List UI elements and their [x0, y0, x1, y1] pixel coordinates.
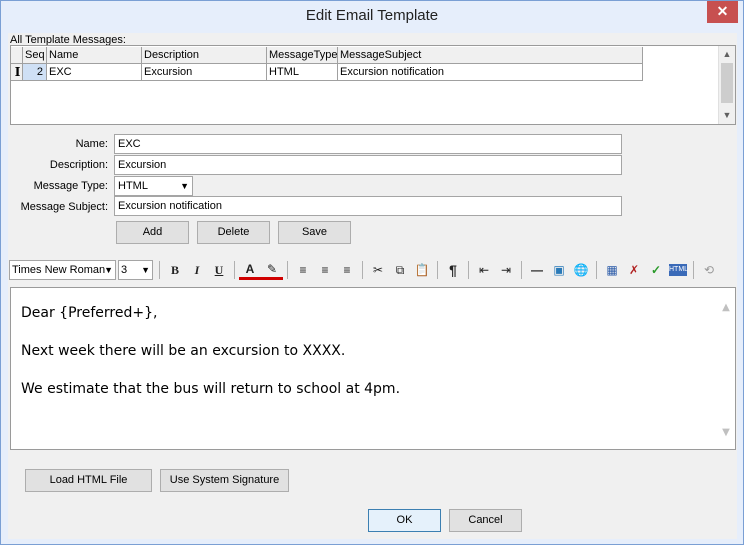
message-subject-label: Message Subject:	[20, 201, 108, 213]
highlight-icon[interactable]: ✎	[261, 260, 283, 280]
chevron-down-icon[interactable]: ▼	[719, 107, 735, 123]
undo-icon[interactable]: ⟲	[698, 259, 720, 281]
chevron-up-icon[interactable]: ▲	[718, 302, 734, 313]
align-left-icon[interactable]: ≡	[292, 259, 314, 281]
html-source-icon[interactable]: HTML	[669, 264, 688, 276]
italic-icon[interactable]: I	[186, 259, 208, 281]
insert-link-icon[interactable]: 🌐	[570, 259, 592, 281]
column-header-seq[interactable]: Seq	[23, 47, 47, 64]
grid-scrollbar[interactable]: ▲ ▼	[718, 46, 735, 124]
remove-format-icon[interactable]: ✗	[623, 259, 645, 281]
title-bar: Edit Email Template ✕	[1, 1, 743, 33]
insert-image-icon[interactable]: ▣	[548, 259, 570, 281]
save-button[interactable]: Save	[278, 221, 351, 244]
toolbar-separator	[362, 261, 363, 279]
delete-button[interactable]: Delete	[197, 221, 270, 244]
add-button[interactable]: Add	[116, 221, 189, 244]
toolbar-separator	[159, 261, 160, 279]
column-header-name[interactable]: Name	[47, 47, 142, 64]
toolbar-separator	[437, 261, 438, 279]
editor-line: Next week there will be an excursion to …	[21, 343, 346, 359]
close-button[interactable]: ✕	[707, 1, 738, 23]
paragraph-icon[interactable]: ¶	[442, 259, 464, 281]
html-editor[interactable]: Dear {Preferred+}, Next week there will …	[10, 287, 736, 450]
cut-icon[interactable]: ✂	[367, 259, 389, 281]
dialog-client: All Template Messages: Seq Name Descript…	[8, 33, 737, 539]
align-right-icon[interactable]: ≡	[336, 259, 358, 281]
row-indicator-header	[11, 47, 23, 64]
scrollbar-thumb[interactable]	[721, 63, 733, 103]
chevron-down-icon: ▼	[104, 265, 113, 275]
message-type-label: Message Type:	[33, 180, 108, 192]
cell-messagetype[interactable]: HTML	[267, 64, 338, 81]
load-html-file-button[interactable]: Load HTML File	[25, 469, 152, 492]
chevron-down-icon: ▼	[141, 265, 150, 275]
editor-toolbar: Times New Roman ▼ 3 ▼ B I U A ✎ ≡ ≡ ≡ ✂ …	[9, 257, 736, 283]
insert-table-icon[interactable]: ▦	[601, 259, 623, 281]
cell-name[interactable]: EXC	[47, 64, 142, 81]
toolbar-separator	[693, 261, 694, 279]
paste-icon[interactable]: 📋	[411, 259, 433, 281]
message-type-select[interactable]: HTML ▼	[114, 176, 193, 196]
message-subject-field[interactable]: Excursion notification	[114, 196, 622, 216]
align-center-icon[interactable]: ≡	[314, 259, 336, 281]
font-color-icon[interactable]: A	[239, 260, 261, 280]
chevron-down-icon[interactable]: ▼	[718, 427, 734, 438]
copy-icon[interactable]: ⧉	[389, 259, 411, 281]
font-name-value: Times New Roman	[12, 264, 106, 276]
dialog-window: Edit Email Template ✕ All Template Messa…	[0, 0, 744, 545]
horizontal-rule-icon[interactable]: —	[526, 259, 548, 281]
underline-icon[interactable]: U	[208, 259, 230, 281]
font-name-select[interactable]: Times New Roman ▼	[9, 260, 116, 280]
use-system-signature-button[interactable]: Use System Signature	[160, 469, 289, 492]
cell-messagesubject[interactable]: Excursion notification	[338, 64, 643, 81]
column-header-messagetype[interactable]: MessageType	[267, 47, 338, 64]
ok-button[interactable]: OK	[368, 509, 441, 532]
chevron-down-icon: ▼	[180, 181, 189, 191]
cell-description[interactable]: Excursion	[142, 64, 267, 81]
toolbar-separator	[287, 261, 288, 279]
chevron-up-icon[interactable]: ▲	[719, 46, 735, 62]
bold-icon[interactable]: B	[164, 259, 186, 281]
message-type-value: HTML	[118, 180, 148, 192]
toolbar-separator	[521, 261, 522, 279]
editor-line: Dear {Preferred+},	[21, 305, 158, 321]
cancel-button[interactable]: Cancel	[449, 509, 522, 532]
outdent-icon[interactable]: ⇤	[473, 259, 495, 281]
toolbar-separator	[234, 261, 235, 279]
font-size-value: 3	[121, 264, 128, 276]
description-field[interactable]: Excursion	[114, 155, 622, 175]
font-size-select[interactable]: 3 ▼	[118, 260, 153, 280]
toolbar-separator	[596, 261, 597, 279]
row-cursor-indicator: I	[11, 64, 23, 81]
column-header-description[interactable]: Description	[142, 47, 267, 64]
cell-seq[interactable]: 2	[23, 64, 47, 81]
template-messages-grid[interactable]: Seq Name Description MessageType Message…	[10, 45, 736, 125]
spellcheck-icon[interactable]: ✓	[645, 259, 667, 281]
editor-scrollbar[interactable]: ▲ ▼	[718, 288, 735, 449]
name-field[interactable]: EXC	[114, 134, 622, 154]
column-header-messagesubject[interactable]: MessageSubject	[338, 47, 643, 64]
description-label: Description:	[49, 159, 108, 171]
name-label: Name:	[75, 138, 108, 150]
window-title: Edit Email Template	[305, 7, 439, 24]
editor-line: We estimate that the bus will return to …	[21, 381, 401, 397]
table-row[interactable]: I 2 EXC Excursion HTML Excursion notific…	[11, 64, 643, 81]
indent-icon[interactable]: ⇥	[495, 259, 517, 281]
grid-header: Seq Name Description MessageType Message…	[11, 47, 643, 64]
toolbar-separator	[468, 261, 469, 279]
